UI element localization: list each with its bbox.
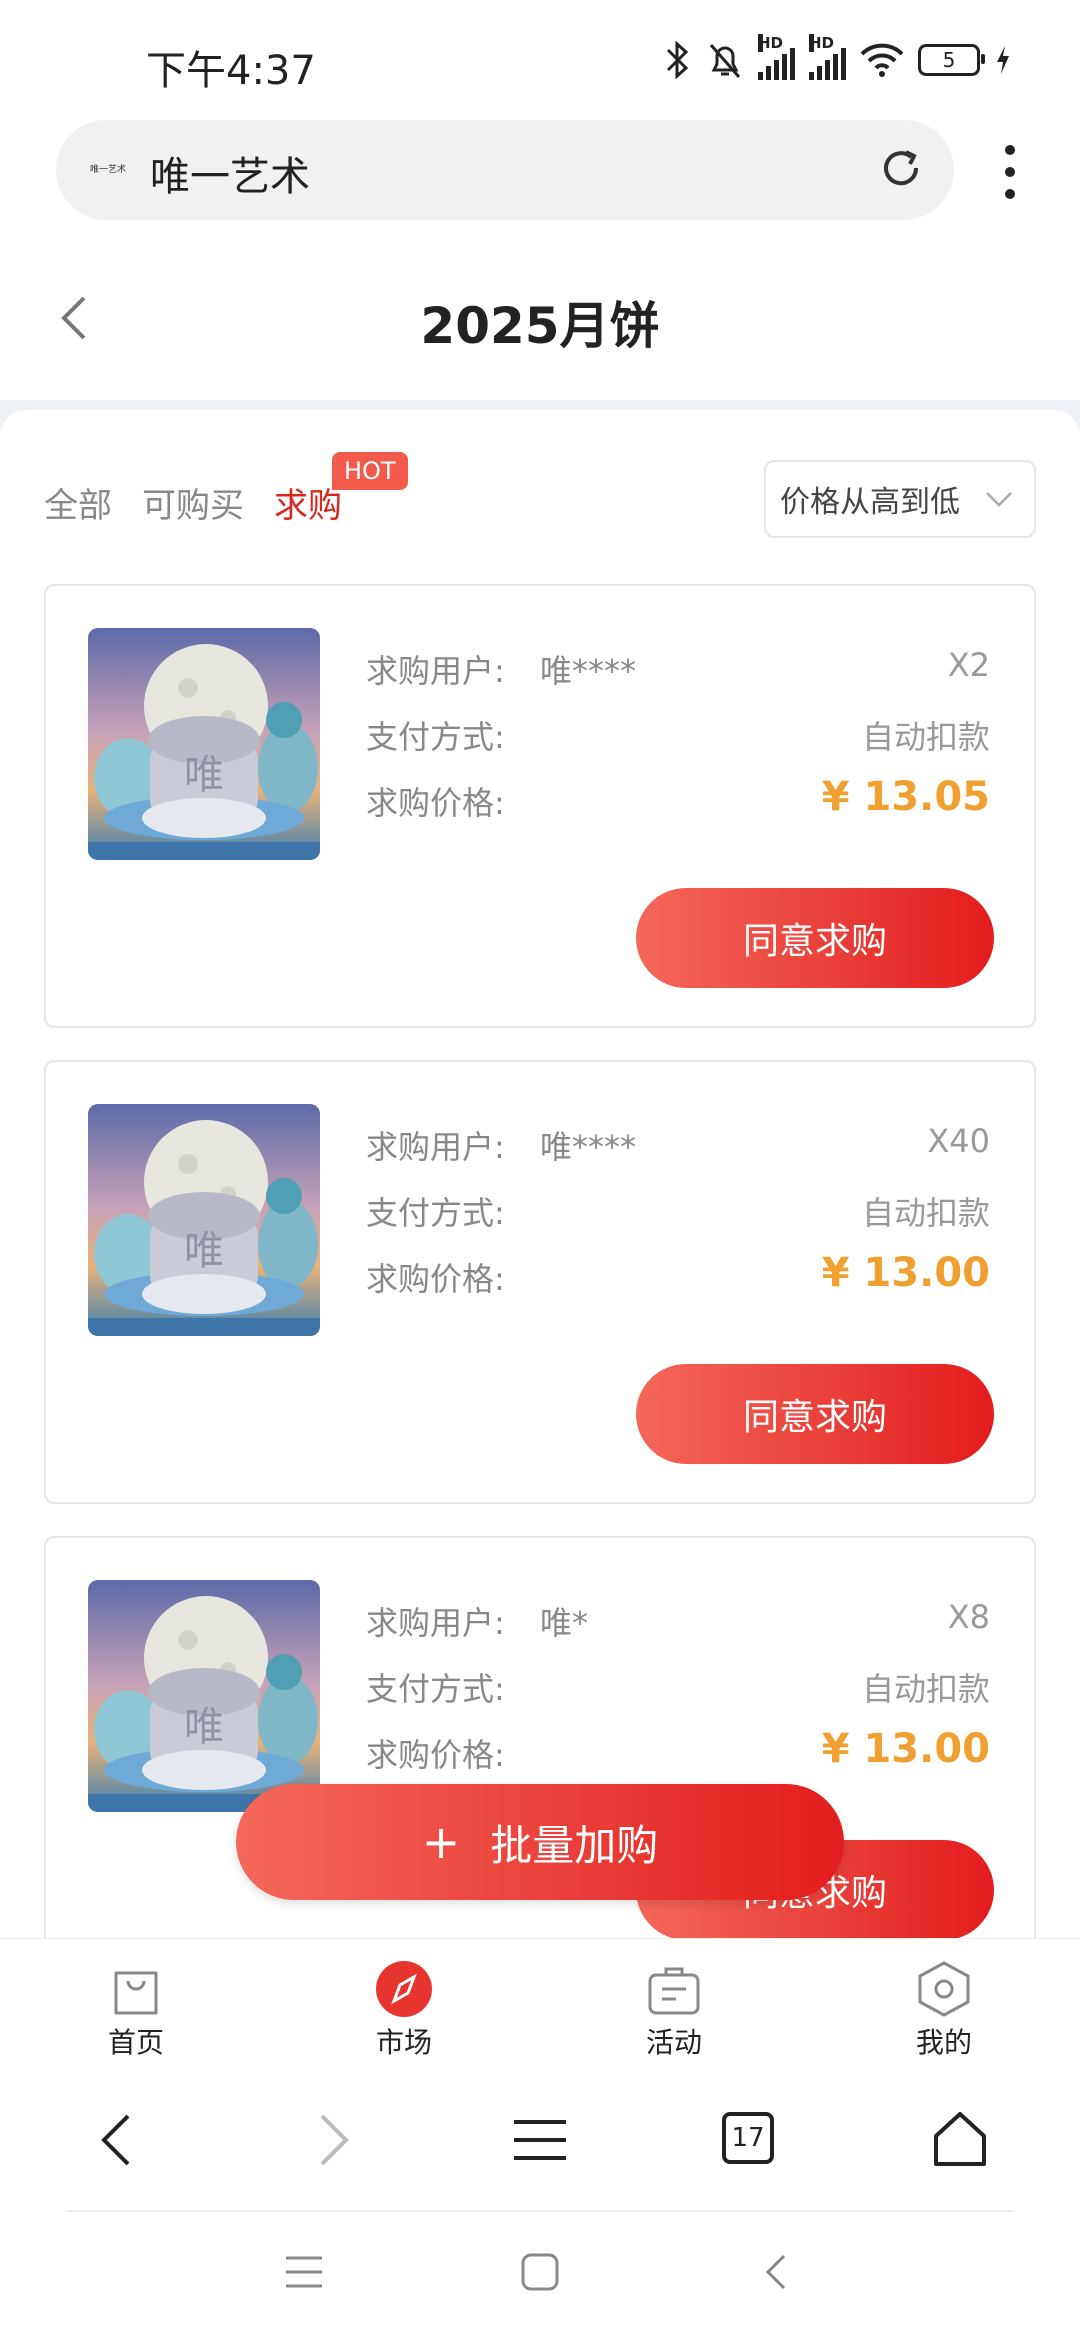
payment-method: 自动扣款 (861, 1670, 990, 1708)
buyer-name: 唯**** (540, 652, 637, 690)
price: ¥ 13.00 (821, 1726, 990, 1772)
agree-button[interactable]: 同意求购 (636, 888, 994, 988)
bottom-nav: 首页 市场 活动 我的 (0, 1938, 1080, 2071)
plus-icon: + (421, 1815, 461, 1869)
sort-select[interactable]: 价格从高到低 (764, 460, 1036, 538)
buyer-name: 唯**** (540, 1128, 637, 1166)
chevron-down-icon (986, 492, 1012, 507)
briefcase-icon (648, 1967, 700, 2015)
buyer-label: 求购用户: (366, 1604, 505, 1642)
divider (66, 2210, 1014, 2212)
nav-label: 市场 (375, 2026, 432, 2059)
nav-item-market[interactable]: 市场 (304, 1939, 504, 2061)
nav-item-activity[interactable]: 活动 (574, 1939, 774, 2061)
battery-icon: 5 (918, 44, 985, 76)
hamburger-menu-icon[interactable] (510, 2110, 570, 2170)
price-label: 求购价格: (366, 784, 505, 822)
nav-item-home[interactable]: 首页 (36, 1939, 236, 2061)
nav-label: 首页 (107, 2026, 164, 2059)
mute-bell-icon (709, 44, 741, 78)
browser-toolbar (0, 2070, 1080, 2210)
price-label: 求购价格: (366, 1736, 505, 1774)
signal-icon-1: HD (758, 34, 795, 80)
page-title: 2025月饼 (420, 297, 660, 355)
hot-badge: HOT (332, 452, 408, 490)
mooncake-image (88, 1580, 320, 1812)
nav-item-mine[interactable]: 我的 (844, 1939, 1044, 2061)
compass-icon (376, 1961, 432, 2017)
price-label: 求购价格: (366, 1260, 505, 1298)
buyer-name: 唯* (540, 1604, 589, 1642)
shopping-bag-icon (114, 1971, 158, 2015)
price: ¥ 13.00 (821, 1250, 990, 1296)
batch-add-button[interactable]: + 批量加购 (236, 1784, 844, 1900)
browser-back-icon[interactable] (90, 2110, 150, 2170)
signal-icon-2: HD (809, 34, 846, 80)
nav-label: 我的 (915, 2026, 972, 2059)
site-logo: 唯一艺术 (89, 165, 126, 175)
site-title[interactable]: 唯一艺术 (150, 144, 310, 202)
tab-switcher-icon[interactable]: 17 (722, 2112, 774, 2164)
hexagon-icon (918, 1961, 970, 2017)
more-menu-icon[interactable] (998, 144, 1022, 200)
browser-forward-icon[interactable] (300, 2110, 360, 2170)
charging-icon (997, 46, 1009, 74)
wifi-icon (860, 43, 904, 77)
wanted-order-card: 求购用户: 唯* X8 支付方式: 自动扣款 求购价格: ¥ 13.00 同意求… (44, 1536, 1036, 1980)
status-icons: HD HD 5 (664, 34, 1012, 80)
system-back-icon[interactable] (756, 2250, 800, 2294)
buyer-label: 求购用户: (366, 652, 505, 690)
payment-label: 支付方式: (366, 718, 505, 756)
payment-method: 自动扣款 (861, 718, 990, 756)
buyer-label: 求购用户: (366, 1128, 505, 1166)
quantity: X2 (947, 646, 990, 684)
quantity: X40 (927, 1122, 990, 1160)
system-recents-icon[interactable] (282, 2250, 326, 2294)
bluetooth-icon (666, 40, 689, 80)
refresh-icon[interactable] (876, 144, 926, 194)
sort-selected-value: 价格从高到低 (780, 485, 960, 520)
payment-label: 支付方式: (366, 1670, 505, 1708)
agree-button[interactable]: 同意求购 (636, 1364, 994, 1464)
home-icon[interactable] (930, 2110, 990, 2170)
system-home-icon[interactable] (518, 2250, 562, 2294)
nav-label: 活动 (645, 2026, 702, 2059)
payment-method: 自动扣款 (861, 1194, 990, 1232)
mooncake-image (88, 1104, 320, 1336)
wanted-order-card: 求购用户: 唯**** X2 支付方式: 自动扣款 求购价格: ¥ 13.05 … (44, 584, 1036, 1028)
batch-add-label: 批量加购 (490, 1820, 659, 1870)
status-time: 下午4:37 (146, 48, 316, 94)
tab-all[interactable]: 全部 (44, 478, 112, 527)
wanted-order-card: 求购用户: 唯**** X40 支付方式: 自动扣款 求购价格: ¥ 13.00… (44, 1060, 1036, 1504)
payment-label: 支付方式: (366, 1194, 505, 1232)
quantity: X8 (947, 1598, 990, 1636)
price: ¥ 13.05 (821, 774, 990, 820)
tab-available[interactable]: 可购买 (142, 478, 244, 527)
mooncake-image (88, 628, 320, 860)
